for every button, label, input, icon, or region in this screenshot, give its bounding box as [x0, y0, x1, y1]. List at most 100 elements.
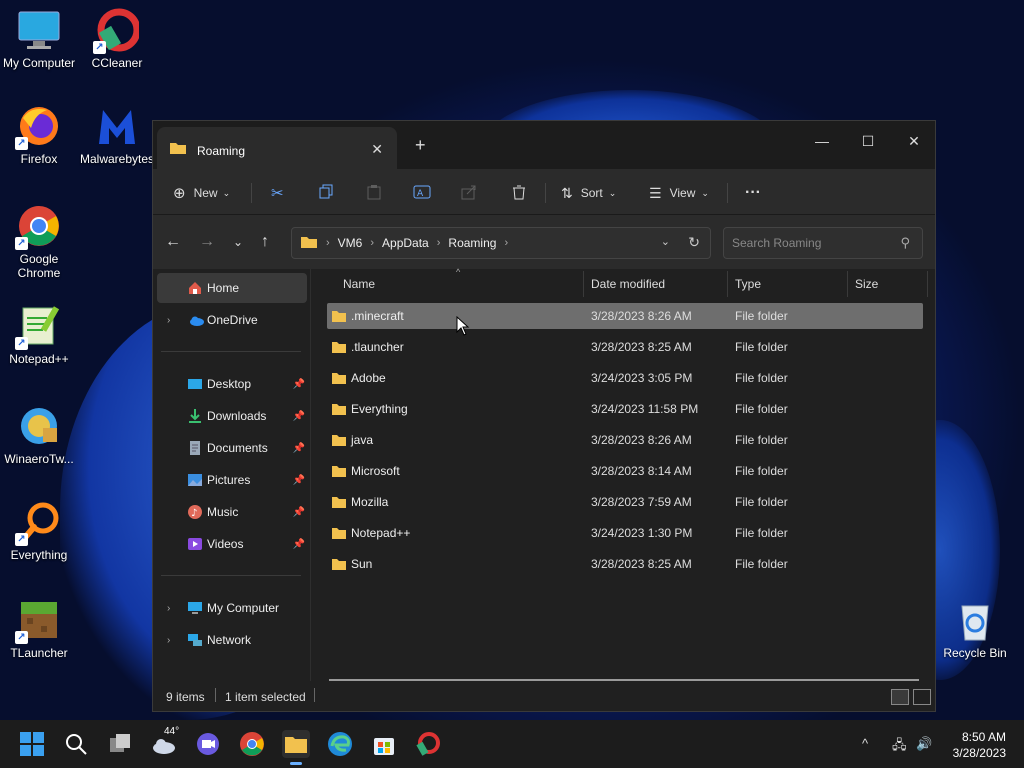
file-type: File folder: [735, 402, 788, 416]
refresh-icon[interactable]: ↻: [688, 234, 700, 251]
file-explorer-taskbar-button[interactable]: [282, 730, 310, 765]
mouse-cursor-icon: [456, 316, 470, 336]
file-row[interactable]: .minecraft 3/28/2023 8:26 AM File folder: [327, 303, 923, 329]
column-name[interactable]: Name: [343, 277, 375, 291]
network-status-icon[interactable]: 🖧: [892, 736, 907, 758]
search-icon[interactable]: ⚲: [900, 235, 910, 251]
maximize-button[interactable]: ☐: [845, 127, 891, 155]
desktop-icon-firefox[interactable]: ↗ Firefox: [0, 104, 81, 166]
desktop-icon-everything[interactable]: ↗ Everything: [0, 500, 81, 562]
desktop-icon-my-computer[interactable]: My Computer: [0, 8, 81, 70]
file-type: File folder: [735, 464, 788, 478]
address-bar[interactable]: › VM6 › AppData › Roaming › ⌄ ↻: [291, 227, 711, 259]
ccleaner-icon: ↗: [93, 8, 141, 54]
chevron-right-icon: ›: [504, 237, 509, 249]
column-size[interactable]: Size: [855, 277, 878, 291]
desktop-icon-recycle-bin[interactable]: Recycle Bin: [933, 598, 1017, 660]
shortcut-arrow-icon: ↗: [15, 533, 28, 546]
breadcrumb-appdata[interactable]: AppData: [382, 236, 429, 250]
more-options-button[interactable]: ···: [745, 181, 761, 205]
nav-item-music[interactable]: ♪ Music 📌: [157, 497, 307, 527]
clipboard-icon: [366, 184, 382, 203]
ccleaner-taskbar-button[interactable]: [414, 730, 442, 758]
desktop-icon-tlauncher[interactable]: ↗ TLauncher: [0, 598, 81, 660]
new-tab-button[interactable]: +: [415, 135, 426, 156]
new-button[interactable]: ⊕ New ⌄: [173, 181, 230, 205]
share-button[interactable]: [461, 181, 477, 205]
file-explorer-window: Roaming ✕ + — ☐ ✕ ⊕ New ⌄ ✂ A ⇅ Sort ⌄ ☰…: [152, 120, 936, 712]
cloud-icon: [187, 312, 204, 328]
file-row[interactable]: Microsoft 3/28/2023 8:14 AM File folder: [327, 458, 923, 484]
column-date-modified[interactable]: Date modified: [591, 277, 665, 291]
windows-logo-icon: [20, 732, 44, 756]
desktop-icon-label: Notepad++: [9, 352, 69, 366]
expand-chevron-icon[interactable]: ›: [167, 635, 170, 646]
back-button[interactable]: ←: [165, 233, 181, 251]
clock[interactable]: 8:50 AM 3/28/2023: [953, 729, 1006, 761]
search-taskbar-button[interactable]: [62, 730, 90, 758]
minimize-button[interactable]: —: [799, 127, 845, 155]
file-row[interactable]: Everything 3/24/2023 11:58 PM File folder: [327, 396, 923, 422]
nav-item-home[interactable]: Home: [157, 273, 307, 303]
nav-item-downloads[interactable]: Downloads 📌: [157, 401, 307, 431]
monitor-icon: [187, 600, 203, 616]
nav-item-my-computer[interactable]: › My Computer: [157, 593, 307, 623]
address-dropdown-icon[interactable]: ⌄: [661, 235, 670, 248]
desktop-icon-notepadpp[interactable]: ↗ Notepad++: [0, 304, 81, 366]
file-type: File folder: [735, 557, 788, 571]
file-row[interactable]: Notepad++ 3/24/2023 1:30 PM File folder: [327, 520, 923, 546]
expand-chevron-icon[interactable]: ›: [167, 315, 170, 326]
show-hidden-icons-button[interactable]: ^: [862, 736, 868, 751]
forward-button[interactable]: →: [199, 233, 215, 251]
desktop-icon-label: WinaeroTw...: [4, 452, 74, 466]
nav-item-videos[interactable]: Videos 📌: [157, 529, 307, 559]
file-row[interactable]: Mozilla 3/28/2023 7:59 AM File folder: [327, 489, 923, 515]
nav-item-onedrive[interactable]: › OneDrive: [157, 305, 307, 335]
nav-item-documents[interactable]: Documents 📌: [157, 433, 307, 463]
view-button[interactable]: ☰ View ⌄: [649, 181, 709, 205]
file-row[interactable]: Adobe 3/24/2023 3:05 PM File folder: [327, 365, 923, 391]
tab-roaming[interactable]: Roaming ✕: [157, 127, 397, 169]
teams-chat-button[interactable]: [194, 730, 222, 758]
file-name: Adobe: [351, 371, 386, 385]
nav-item-pictures[interactable]: Pictures 📌: [157, 465, 307, 495]
file-row[interactable]: Sun 3/28/2023 8:25 AM File folder: [327, 551, 923, 577]
edge-taskbar-button[interactable]: [326, 730, 354, 758]
task-view-button[interactable]: [106, 730, 134, 758]
rename-button[interactable]: A: [413, 181, 431, 205]
paste-button[interactable]: [366, 181, 382, 205]
column-type[interactable]: Type: [735, 277, 761, 291]
tiles-view-button[interactable]: [913, 689, 931, 705]
file-row[interactable]: java 3/28/2023 8:26 AM File folder: [327, 427, 923, 453]
start-button[interactable]: [18, 730, 46, 758]
weather-widget[interactable]: 44°: [150, 726, 179, 758]
folder-icon: [331, 433, 347, 450]
chevron-right-icon: ›: [436, 237, 441, 249]
cut-button[interactable]: ✂: [271, 181, 284, 205]
edge-icon: [328, 732, 352, 756]
delete-button[interactable]: [511, 181, 527, 205]
close-tab-icon[interactable]: ✕: [371, 141, 383, 158]
breadcrumb-roaming[interactable]: Roaming: [448, 236, 496, 250]
store-taskbar-button[interactable]: [370, 730, 398, 758]
close-window-button[interactable]: ✕: [891, 127, 937, 155]
sort-button[interactable]: ⇅ Sort ⌄: [561, 181, 616, 205]
desktop-icon-google-chrome[interactable]: ↗ Google Chrome: [0, 204, 81, 280]
volume-icon[interactable]: 🔊: [916, 736, 932, 752]
details-view-button[interactable]: [891, 689, 909, 705]
chrome-taskbar-button[interactable]: [238, 730, 266, 758]
desktop-icon-winaerotweaker[interactable]: WinaeroTw...: [0, 404, 81, 466]
search-input[interactable]: [732, 236, 882, 250]
nav-item-desktop[interactable]: Desktop 📌: [157, 369, 307, 399]
recent-locations-button[interactable]: ⌄: [233, 235, 243, 249]
download-arrow-icon: [187, 408, 203, 424]
nav-item-network[interactable]: › Network: [157, 625, 307, 655]
file-row[interactable]: .tlauncher 3/28/2023 8:25 AM File folder: [327, 334, 923, 360]
copy-button[interactable]: [318, 181, 334, 205]
desktop-icon-malwarebytes[interactable]: Malwarebytes: [75, 104, 159, 166]
expand-chevron-icon[interactable]: ›: [167, 603, 170, 614]
copy-icon: [318, 184, 334, 203]
up-button[interactable]: ↑: [261, 233, 269, 251]
breadcrumb-vm6[interactable]: VM6: [338, 236, 363, 250]
desktop-icon-ccleaner[interactable]: ↗ CCleaner: [75, 8, 159, 70]
